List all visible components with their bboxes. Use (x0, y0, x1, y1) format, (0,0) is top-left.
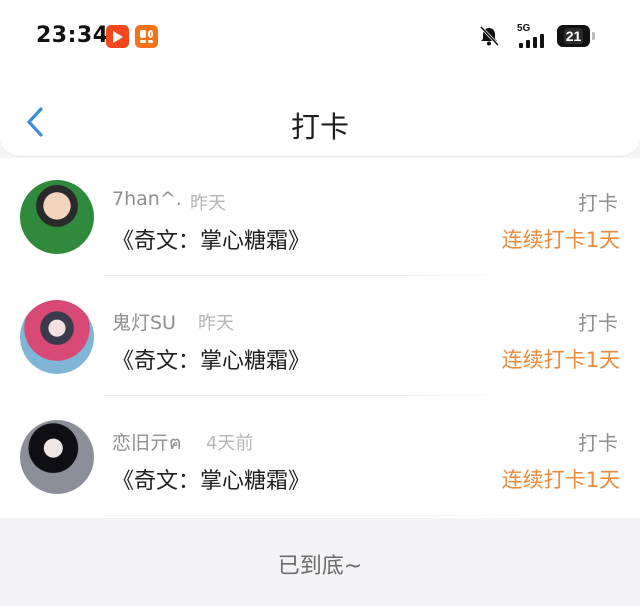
checkin-time: 昨天 (190, 193, 226, 214)
avatar[interactable] (20, 420, 94, 494)
row-divider (104, 395, 528, 396)
end-of-list-text: 已到底~ (277, 554, 363, 579)
top-panel: 23:34 5G 21 打卡 (0, 0, 640, 157)
user-name[interactable]: 鬼灯SU (112, 308, 176, 335)
status-bar: 23:34 5G 21 (0, 0, 640, 72)
checkin-label: 打卡 (578, 431, 618, 455)
checkin-label: 打卡 (578, 191, 618, 215)
checkin-time: 4天前 (206, 433, 254, 454)
page-title: 打卡 (290, 110, 349, 144)
book-title[interactable]: 《奇文：掌心糖霜》 (112, 343, 310, 375)
game-app-icon (135, 25, 158, 48)
video-app-icon (106, 25, 129, 48)
row-divider (104, 515, 528, 516)
checkin-row[interactable]: 恋旧亓ฅ 4天前 《奇文：掌心糖霜》 打卡 连续打卡1天 (0, 398, 640, 518)
network-type: 5G (517, 23, 531, 34)
battery-level: 21 (563, 28, 584, 44)
streak-label: 连续打卡1天 (501, 468, 620, 492)
book-title[interactable]: 《奇文：掌心糖霜》 (112, 223, 310, 255)
list-end-footer: 已到底~ (0, 518, 640, 606)
book-title[interactable]: 《奇文：掌心糖霜》 (112, 463, 310, 495)
streak-label: 连续打卡1天 (501, 228, 620, 252)
signal-icon: 5G (509, 22, 549, 50)
user-name[interactable]: 7han^. (112, 188, 182, 210)
user-name[interactable]: 恋旧亓ฅ (112, 428, 182, 458)
checkin-time: 昨天 (198, 313, 234, 334)
avatar[interactable] (20, 180, 94, 254)
streak-label: 连续打卡1天 (501, 348, 620, 372)
battery-icon: 21 (557, 25, 595, 47)
row-divider (104, 275, 528, 276)
checkin-list: 7han^. 昨天 《奇文：掌心糖霜》 打卡 连续打卡1天 鬼灯SU 昨天 《奇… (0, 158, 640, 518)
checkin-label: 打卡 (578, 311, 618, 335)
status-time: 23:34 (36, 23, 109, 48)
avatar[interactable] (20, 300, 94, 374)
checkin-row[interactable]: 鬼灯SU 昨天 《奇文：掌心糖霜》 打卡 连续打卡1天 (0, 278, 640, 398)
checkin-row[interactable]: 7han^. 昨天 《奇文：掌心糖霜》 打卡 连续打卡1天 (0, 158, 640, 278)
bell-muted-icon (478, 25, 500, 47)
